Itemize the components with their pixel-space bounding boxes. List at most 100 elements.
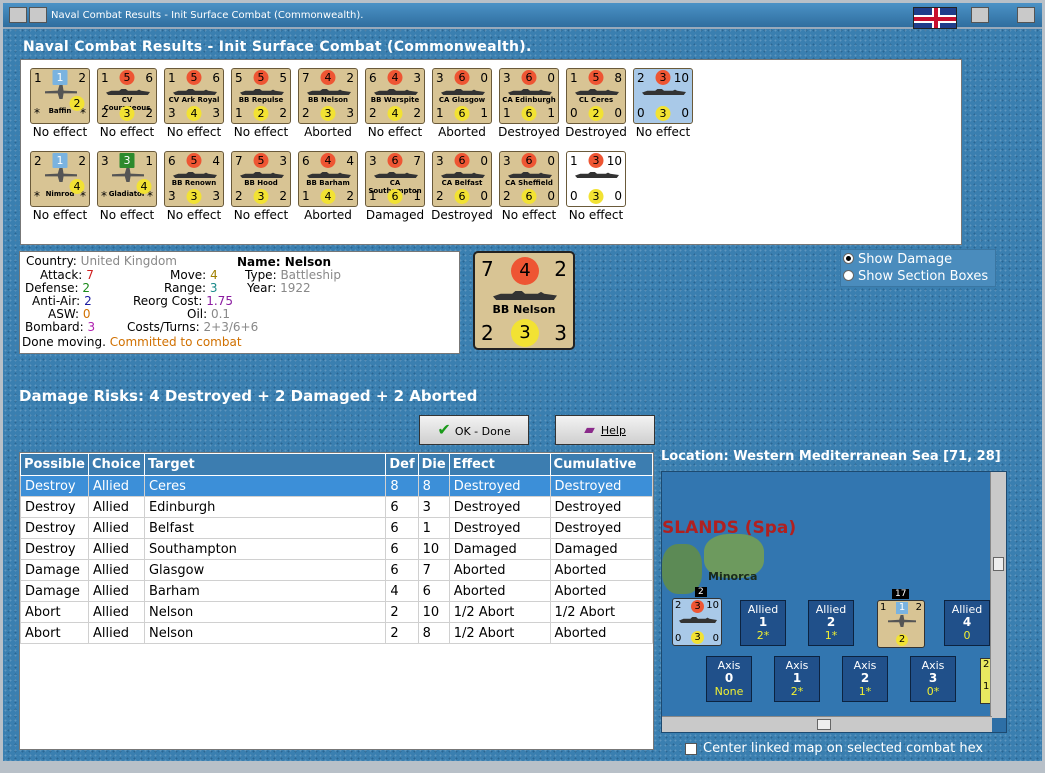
unit-cell[interactable]: 1 8 0 0 5 CL Ceres 2 Destroyed [563,68,629,139]
ok-done-button[interactable]: ✔ OK - Done [419,415,529,445]
axis-box[interactable]: Axis 2 1* [842,656,888,702]
status-done: Done moving. [22,335,106,349]
radio-selected-icon[interactable] [843,253,854,264]
unit-cell[interactable]: 3 0 1 1 6 CA Edinburgh 6 Destroyed [496,68,562,139]
center-link-checkbox[interactable] [685,742,697,755]
table-cell: Destroy [20,538,89,560]
counter-top-right-value: 2 [78,71,86,85]
linked-map[interactable]: SLANDS (Spa) Minorca 2 2 3 10 030 17 112 2… [661,471,1007,733]
vertical-scroll-thumb[interactable] [993,557,1004,571]
radio-unselected-icon[interactable] [843,270,854,281]
unit-cell[interactable]: 7 2 2 3 4 BB Nelson 3 Aborted [295,68,361,139]
counter-top-left-value: 3 [369,154,377,168]
table-row[interactable]: Abort Allied Nelson 2 8 1/2 Abort Aborted [20,622,654,644]
allied-box[interactable]: Allied 1 2* [740,600,786,646]
column-header[interactable]: Choice [87,453,145,476]
unit-cell[interactable]: 16225CV Courageous3No effect [94,68,160,139]
counter-move-value: 5 [253,153,269,168]
table-cell: Allied [87,475,145,497]
counter-top-left-value: 6 [369,71,377,85]
counter-top-left-value: 3 [436,154,444,168]
minimize-button[interactable] [29,7,47,23]
unit-cell[interactable]: 3 1 * * 3 Gladiator 4 No effect [94,151,160,222]
column-header[interactable]: Target [143,453,387,476]
counter-range-value: 3 [320,106,336,121]
restore-button[interactable] [971,7,989,23]
unit-counter[interactable]: 7 2 2 3 4 BB Nelson 3 [298,68,358,124]
unit-cell[interactable]: 6 4 3 3 5 BB Renown 3 No effect [161,151,227,222]
unit-cell[interactable]: 1 10 0 0 3 3 No effect [563,151,629,222]
column-header[interactable]: Possible [20,453,89,476]
table-row[interactable]: Damage Allied Barham 4 6 Aborted Aborted [20,580,654,602]
show-damage-option[interactable]: Show Damage [843,252,952,267]
unit-counter[interactable]: 1 8 0 0 5 CL Ceres 2 [566,68,626,124]
unit-counter[interactable]: 3 0 1 1 6 CA Edinburgh 6 [499,68,559,124]
unit-cell[interactable]: 1 2 * * 1 Baffin 2 No effect [27,68,93,139]
damage-risks: Damage Risks: 4 Destroyed + 2 Damaged + … [19,387,478,405]
horizontal-scroll-thumb[interactable] [817,719,831,730]
big-counter-move: 4 [511,257,539,285]
column-header[interactable]: Def [385,453,419,476]
unit-counter[interactable]: 2 10 0 0 3 3 [633,68,693,124]
unit-counter[interactable]: 5 5 1 2 5 BB Repulse 2 [231,68,291,124]
unit-cell[interactable]: 3 0 1 1 6 CA Glasgow 6 Aborted [429,68,495,139]
unit-counter[interactable]: 2 2 * * 1 Nimrod 4 [30,151,90,207]
unit-counter[interactable]: 3 1 * * 3 Gladiator 4 [97,151,157,207]
axis-box[interactable]: Axis 0 None [706,656,752,702]
unit-counter[interactable]: 37116CA Southampton6 [365,151,425,207]
unit-cell[interactable]: 3 0 2 0 6 CA Sheffield 6 No effect [496,151,562,222]
table-row[interactable]: Destroy Allied Ceres 8 8 Destroyed Destroyed [20,475,654,497]
unit-counter[interactable]: 1 10 0 0 3 3 [566,151,626,207]
unit-counter[interactable]: 3 0 2 0 6 CA Belfast 6 [432,151,492,207]
unit-counter[interactable]: 16225CV Courageous3 [97,68,157,124]
map-viewport[interactable]: SLANDS (Spa) Minorca 2 2 3 10 030 17 112 2… [662,472,994,718]
table-row[interactable]: Destroy Allied Southampton 6 10 Damaged Damage… [20,538,654,560]
unit-counter[interactable]: 3 0 2 0 6 CA Sheffield 6 [499,151,559,207]
unit-cell[interactable]: 5 5 1 2 5 BB Repulse 2 No effect [228,68,294,139]
map-stack-plane[interactable]: 17 112 2 [877,589,925,648]
column-header[interactable]: Cumulative [549,453,654,476]
allied-box[interactable]: Allied 4 0 [944,600,990,646]
help-button[interactable]: ▰ Help [555,415,655,445]
table-row[interactable]: Destroy Allied Edinburgh 6 3 Destroyed Destroy… [20,496,654,518]
table-row[interactable]: Destroy Allied Belfast 6 1 Destroyed Destroyed [20,517,654,539]
counter-top-right-value: 10 [606,154,622,168]
table-row[interactable]: Abort Allied Nelson 2 10 1/2 Abort 1/2 Abort [20,601,654,623]
table-cell: 7 [417,559,450,581]
map-vertical-scrollbar[interactable] [990,472,1006,718]
type-value: Battleship [280,268,341,282]
table-row[interactable]: Damage Allied Glasgow 6 7 Aborted Aborted [20,559,654,581]
counter-top-left-value: 1 [570,154,578,168]
map-horizontal-scrollbar[interactable] [662,716,992,732]
big-counter-attack: 7 [481,257,494,281]
unit-cell[interactable]: 1 6 3 3 5 CV Ark Royal 4 No effect [161,68,227,139]
counter-bottom-right-value: 1 [480,106,488,120]
unit-cell[interactable]: 7 3 2 2 5 BB Hood 3 No effect [228,151,294,222]
allied-box[interactable]: Allied 2 1* [808,600,854,646]
unit-cell[interactable]: 3 0 2 0 6 CA Belfast 6 Destroyed [429,151,495,222]
unit-cell[interactable]: 6 4 1 2 4 BB Barham 4 Aborted [295,151,361,222]
counter-unit-name: CA Belfast [441,179,483,187]
center-link-checkbox-row[interactable]: Center linked map on selected combat hex [685,741,983,756]
unit-cell[interactable]: 37116CA Southampton6Damaged [362,151,428,222]
unit-cell[interactable]: 2 10 0 0 3 3 No effect [630,68,696,139]
unit-counter[interactable]: 6 4 1 2 4 BB Barham 4 [298,151,358,207]
column-header[interactable]: Effect [448,453,551,476]
unit-counter[interactable]: 3 0 1 1 6 CA Glasgow 6 [432,68,492,124]
column-header[interactable]: Die [417,453,450,476]
unit-cell[interactable]: 2 2 * * 1 Nimrod 4 No effect [27,151,93,222]
window-menu-button[interactable] [9,7,27,23]
axis-box[interactable]: Axis 3 0* [910,656,956,702]
reorg-value: 1.75 [206,294,233,308]
unit-counter[interactable]: 1 6 3 3 5 CV Ark Royal 4 [164,68,224,124]
map-stack-ship[interactable]: 2 2 3 10 030 [672,587,722,646]
close-button[interactable] [1017,7,1035,23]
unit-cell[interactable]: 6 3 2 2 4 BB Warspite 4 No effect [362,68,428,139]
unit-counter[interactable]: 6 3 2 2 4 BB Warspite 4 [365,68,425,124]
axis-box[interactable]: Axis 1 2* [774,656,820,702]
table-cell: Ceres [143,475,387,497]
unit-counter[interactable]: 1 2 * * 1 Baffin 2 [30,68,90,124]
unit-counter[interactable]: 6 4 3 3 5 BB Renown 3 [164,151,224,207]
show-sections-option[interactable]: Show Section Boxes [843,269,988,284]
unit-counter[interactable]: 7 3 2 2 5 BB Hood 3 [231,151,291,207]
